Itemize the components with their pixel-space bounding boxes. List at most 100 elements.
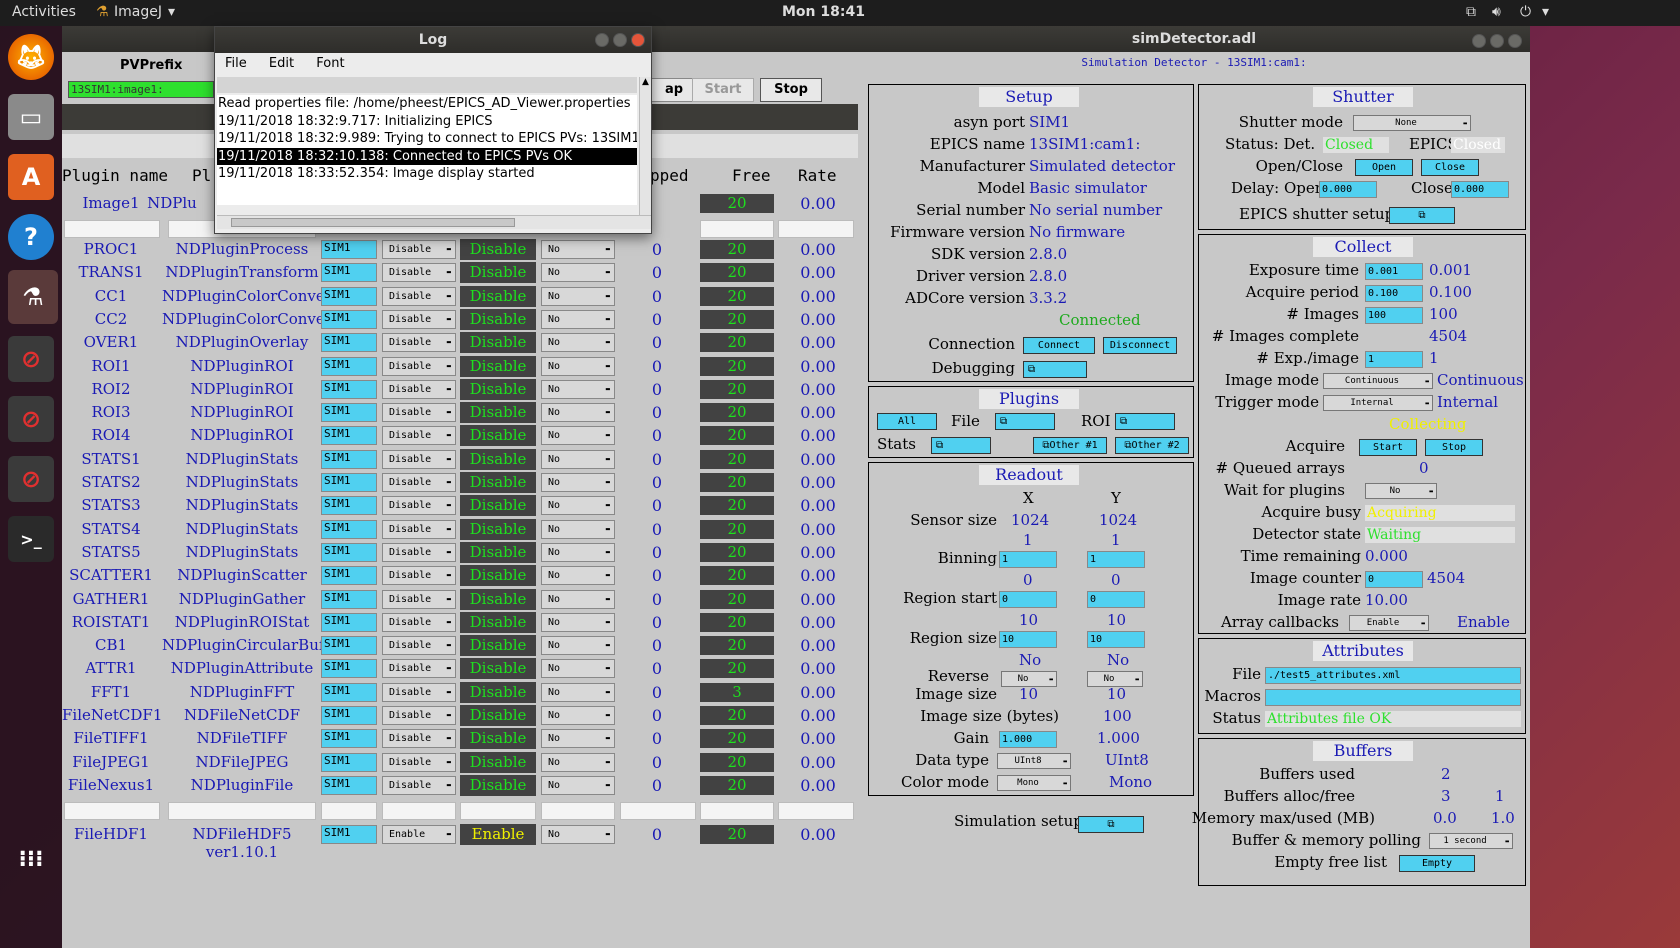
enable-menu[interactable]: Disable — [382, 240, 456, 259]
blocking-menu[interactable]: No — [541, 682, 615, 702]
blocked-app-icon[interactable]: ⊘ — [8, 396, 54, 442]
blocking-menu[interactable]: No — [541, 286, 615, 306]
binning-x-input[interactable]: 1 — [999, 551, 1057, 568]
enable-menu[interactable]: Disable — [382, 542, 456, 562]
acquire-stop-button[interactable]: Stop — [1425, 439, 1483, 456]
roi-plugins-display[interactable]: ⧉ — [1115, 413, 1175, 430]
blocking-menu[interactable]: No — [541, 775, 615, 795]
shutter-close-button[interactable]: Close — [1421, 159, 1479, 176]
array-callbacks-menu[interactable]: Enable — [1349, 615, 1429, 631]
blocking-menu[interactable]: No — [541, 636, 615, 656]
enable-menu[interactable]: Disable — [382, 496, 456, 516]
blocking-menu[interactable]: No — [541, 379, 615, 399]
enable-menu[interactable]: Disable — [382, 775, 456, 795]
scroll-thumb[interactable] — [231, 218, 515, 227]
enable-menu[interactable]: Disable — [382, 286, 456, 306]
debugging-related-display[interactable]: ⧉ — [1023, 361, 1087, 378]
enable-menu[interactable]: Disable — [382, 403, 456, 423]
trigger-mode-menu[interactable]: Internal — [1323, 395, 1433, 411]
blocking-menu[interactable]: No — [541, 729, 615, 749]
enable-menu[interactable]: Disable — [382, 519, 456, 539]
binning-y-input[interactable]: 1 — [1087, 551, 1145, 568]
epics-shutter-setup-display[interactable]: ⧉ — [1389, 207, 1455, 224]
port-input[interactable]: SIM1 — [321, 612, 377, 632]
enable-menu[interactable]: Disable — [382, 566, 456, 586]
port-input[interactable]: SIM1 — [321, 473, 377, 492]
horizontal-scrollbar[interactable] — [217, 215, 651, 229]
port-input[interactable]: SIM1 — [321, 286, 377, 306]
enable-menu[interactable]: Disable — [382, 309, 456, 329]
port-input[interactable]: SIM1 — [321, 706, 377, 725]
clock[interactable]: Mon 18:41 — [782, 4, 865, 20]
blocking-menu[interactable]: No — [541, 566, 615, 586]
image-mode-menu[interactable]: Continuous — [1323, 373, 1433, 389]
delay-close-input[interactable]: 0.000 — [1451, 181, 1509, 198]
other2-plugins-button[interactable]: ⧉Other #2 — [1115, 437, 1189, 454]
enable-menu[interactable]: Disable — [382, 612, 456, 632]
period-input[interactable]: 0.100 — [1365, 285, 1423, 302]
delay-open-input[interactable]: 0.000 — [1319, 181, 1377, 198]
start-y-input[interactable]: 0 — [1087, 591, 1145, 608]
blocked-app-icon[interactable]: ⊘ — [8, 336, 54, 382]
num-images-input[interactable]: 100 — [1365, 307, 1423, 324]
vertical-scrollbar[interactable]: ▲ — [639, 77, 651, 215]
close-icon[interactable] — [631, 33, 645, 47]
minimize-icon[interactable] — [1472, 34, 1486, 48]
blocking-menu[interactable]: No — [541, 426, 615, 446]
power-icon[interactable]: ⏻ — [1520, 4, 1531, 20]
shutter-open-button[interactable]: Open — [1355, 159, 1413, 176]
port-input[interactable]: SIM1 — [321, 449, 377, 469]
volume-icon[interactable]: 🔊︎ — [1492, 4, 1501, 20]
minimize-icon[interactable] — [595, 33, 609, 47]
imagej-icon[interactable]: ⚗ — [8, 270, 58, 324]
port-input[interactable]: SIM1 — [321, 333, 377, 353]
menu-edit[interactable]: Edit — [269, 53, 294, 75]
enable-menu[interactable]: Disable — [382, 379, 456, 399]
blocking-menu[interactable]: No — [541, 659, 615, 679]
enable-menu[interactable]: Enable — [382, 825, 456, 844]
polling-menu[interactable]: 1 second — [1429, 833, 1513, 849]
blocking-menu[interactable]: No — [541, 589, 615, 609]
activities-button[interactable]: Activities — [12, 4, 76, 20]
port-input[interactable]: SIM1 — [321, 729, 377, 749]
port-input[interactable]: SIM1 — [321, 403, 377, 423]
exposure-input[interactable]: 0.001 — [1365, 263, 1423, 280]
blocking-menu[interactable]: No — [541, 706, 615, 725]
terminal-icon[interactable]: >_ — [8, 516, 54, 562]
connect-button[interactable]: Connect — [1023, 337, 1095, 354]
port-input[interactable]: SIM1 — [321, 240, 377, 259]
firefox-icon[interactable]: 🦊︎ — [8, 34, 54, 80]
enable-menu[interactable]: Disable — [382, 752, 456, 772]
enable-menu[interactable]: Disable — [382, 729, 456, 749]
simulation-setup-display[interactable]: ⧉ — [1078, 816, 1144, 833]
wait-plugins-menu[interactable]: No — [1365, 483, 1437, 499]
files-icon[interactable]: ▭ — [8, 94, 54, 140]
size-x-input[interactable]: 10 — [999, 631, 1057, 648]
pvprefix-input[interactable]: 13SIM1:image1: — [68, 81, 214, 98]
start-button[interactable]: Start — [692, 78, 754, 102]
log-text-area[interactable]: Read properties file: /home/pheest/EPICS… — [217, 95, 637, 205]
file-plugins-display[interactable]: ⧉ — [995, 413, 1055, 430]
enable-menu[interactable]: Disable — [382, 426, 456, 446]
blocking-menu[interactable]: No — [541, 403, 615, 423]
other1-plugins-button[interactable]: ⧉Other #1 — [1033, 437, 1107, 454]
port-input[interactable]: SIM1 — [321, 519, 377, 539]
port-input[interactable]: SIM1 — [321, 496, 377, 516]
enable-menu[interactable]: Disable — [382, 356, 456, 376]
maximize-icon[interactable] — [613, 33, 627, 47]
port-input[interactable]: SIM1 — [321, 379, 377, 399]
help-icon[interactable]: ? — [8, 214, 54, 260]
exp-per-image-input[interactable]: 1 — [1365, 351, 1423, 368]
image-counter-input[interactable]: 0 — [1365, 571, 1423, 588]
enable-menu[interactable]: Disable — [382, 473, 456, 492]
app-menu[interactable]: ImageJ — [114, 4, 162, 20]
size-y-input[interactable]: 10 — [1087, 631, 1145, 648]
port-input[interactable]: SIM1 — [321, 682, 377, 702]
enable-menu[interactable]: Disable — [382, 636, 456, 656]
blocking-menu[interactable]: No — [541, 449, 615, 469]
gain-input[interactable]: 1.000 — [999, 731, 1057, 748]
port-input[interactable]: SIM1 — [321, 589, 377, 609]
port-input[interactable]: SIM1 — [321, 636, 377, 656]
blocking-menu[interactable]: No — [541, 473, 615, 492]
acquire-start-button[interactable]: Start — [1359, 439, 1417, 456]
